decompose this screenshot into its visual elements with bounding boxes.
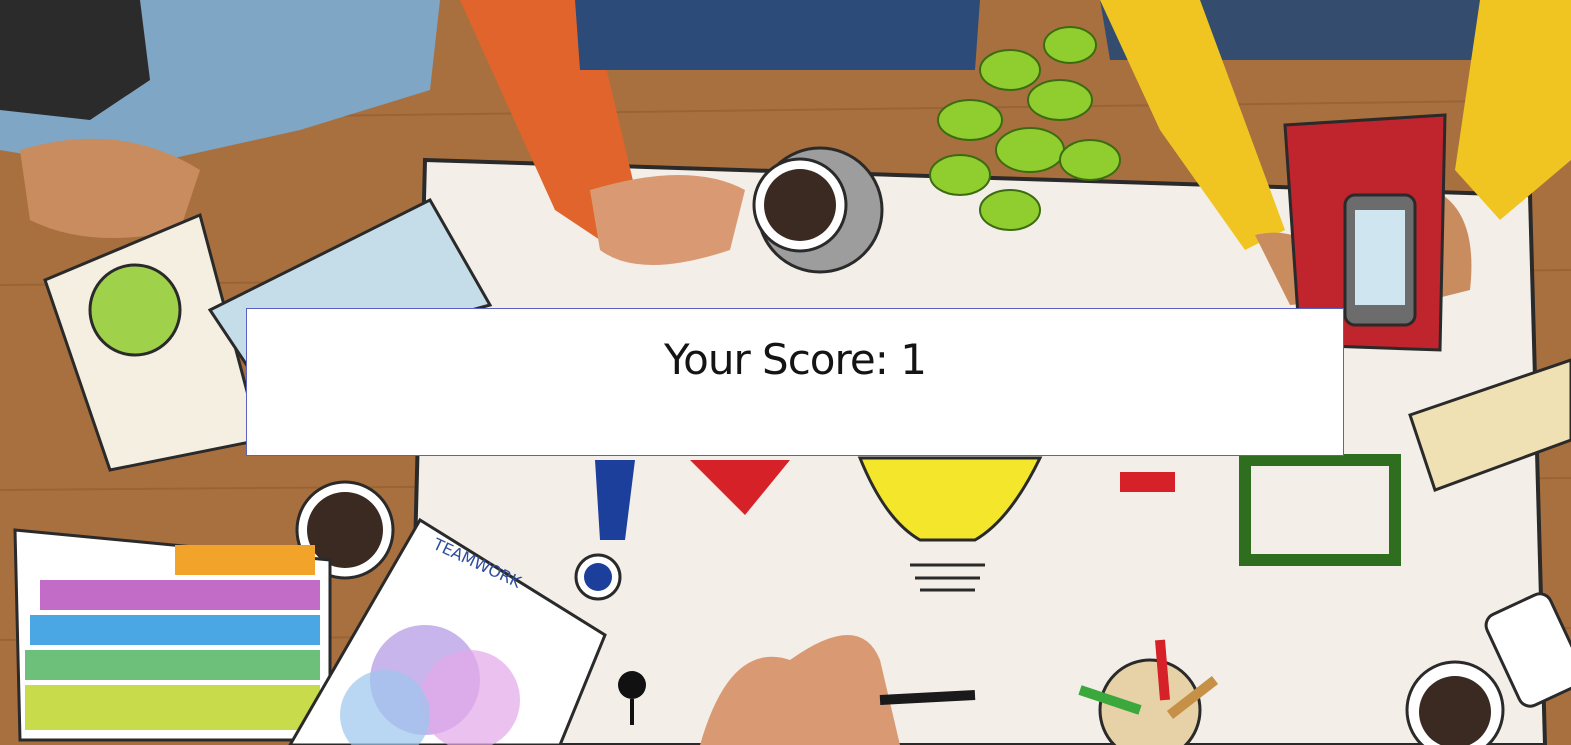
- game-screen: TEAMWORK Your Score: 1: [0, 0, 1571, 745]
- score-display: Your Score: 1: [247, 335, 1343, 384]
- score-value: 1: [900, 335, 927, 384]
- score-panel: Your Score: 1: [246, 308, 1344, 456]
- score-label: Your Score:: [664, 335, 889, 384]
